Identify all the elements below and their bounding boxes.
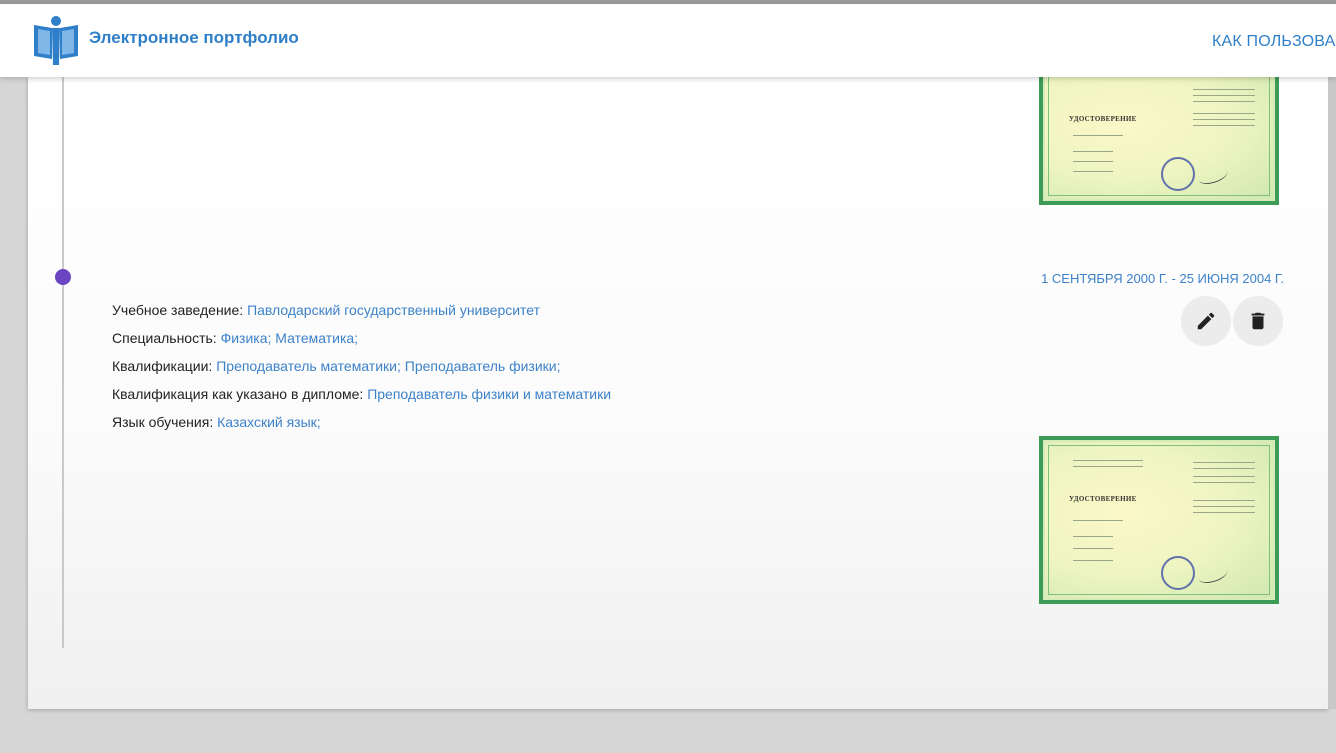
- field-value[interactable]: Преподаватель математики; Преподаватель …: [216, 358, 560, 374]
- book-person-logo-icon[interactable]: [30, 13, 82, 67]
- field-specialty: Специальность: Физика; Математика;: [112, 326, 611, 354]
- portfolio-panel: УДОСТОВЕРЕНИЕ 1 СЕНТЯБРЯ 2000 Г. - 25 ИЮ…: [28, 77, 1328, 709]
- certificate-heading: УДОСТОВЕРЕНИЕ: [1069, 495, 1137, 503]
- pencil-icon: [1197, 312, 1215, 330]
- field-diploma-qualification: Квалификация как указано в дипломе: Преп…: [112, 382, 611, 410]
- education-dates: 1 СЕНТЯБРЯ 2000 Г. - 25 ИЮНЯ 2004 Г.: [1041, 271, 1284, 286]
- edit-button[interactable]: [1181, 296, 1231, 346]
- field-label: Специальность:: [112, 330, 221, 346]
- app-header: Электронное портфолио КАК ПОЛЬЗОВА: [0, 4, 1336, 77]
- field-value[interactable]: Павлодарский государственный университет: [247, 302, 540, 318]
- right-gutter: [1328, 77, 1336, 709]
- certificate-image[interactable]: УДОСТОВЕРЕНИЕ: [1039, 436, 1279, 604]
- field-value[interactable]: Казахский язык;: [217, 414, 321, 430]
- field-label: Квалификация как указано в дипломе:: [112, 386, 368, 402]
- timeline-dot: [55, 269, 71, 285]
- field-label: Учебное заведение:: [112, 302, 248, 318]
- field-value[interactable]: Преподаватель физики и математики: [367, 386, 611, 402]
- trash-icon: [1251, 312, 1265, 330]
- brand-title[interactable]: Электронное портфолио: [89, 28, 299, 48]
- delete-button[interactable]: [1233, 296, 1283, 346]
- field-label: Язык обучения:: [112, 414, 218, 430]
- field-institution: Учебное заведение: Павлодарский государс…: [112, 298, 611, 326]
- field-value[interactable]: Физика; Математика;: [221, 330, 358, 346]
- certificate-heading: УДОСТОВЕРЕНИЕ: [1069, 115, 1137, 123]
- field-label: Квалификации:: [112, 358, 217, 374]
- education-details: Учебное заведение: Павлодарский государс…: [112, 298, 611, 438]
- nav-link-how-to-use[interactable]: КАК ПОЛЬЗОВА: [1212, 33, 1336, 51]
- timeline-line: [62, 77, 64, 648]
- field-qualifications: Квалификации: Преподаватель математики; …: [112, 354, 611, 382]
- field-language: Язык обучения: Казахский язык;: [112, 410, 611, 438]
- certificate-image[interactable]: УДОСТОВЕРЕНИЕ: [1039, 77, 1279, 205]
